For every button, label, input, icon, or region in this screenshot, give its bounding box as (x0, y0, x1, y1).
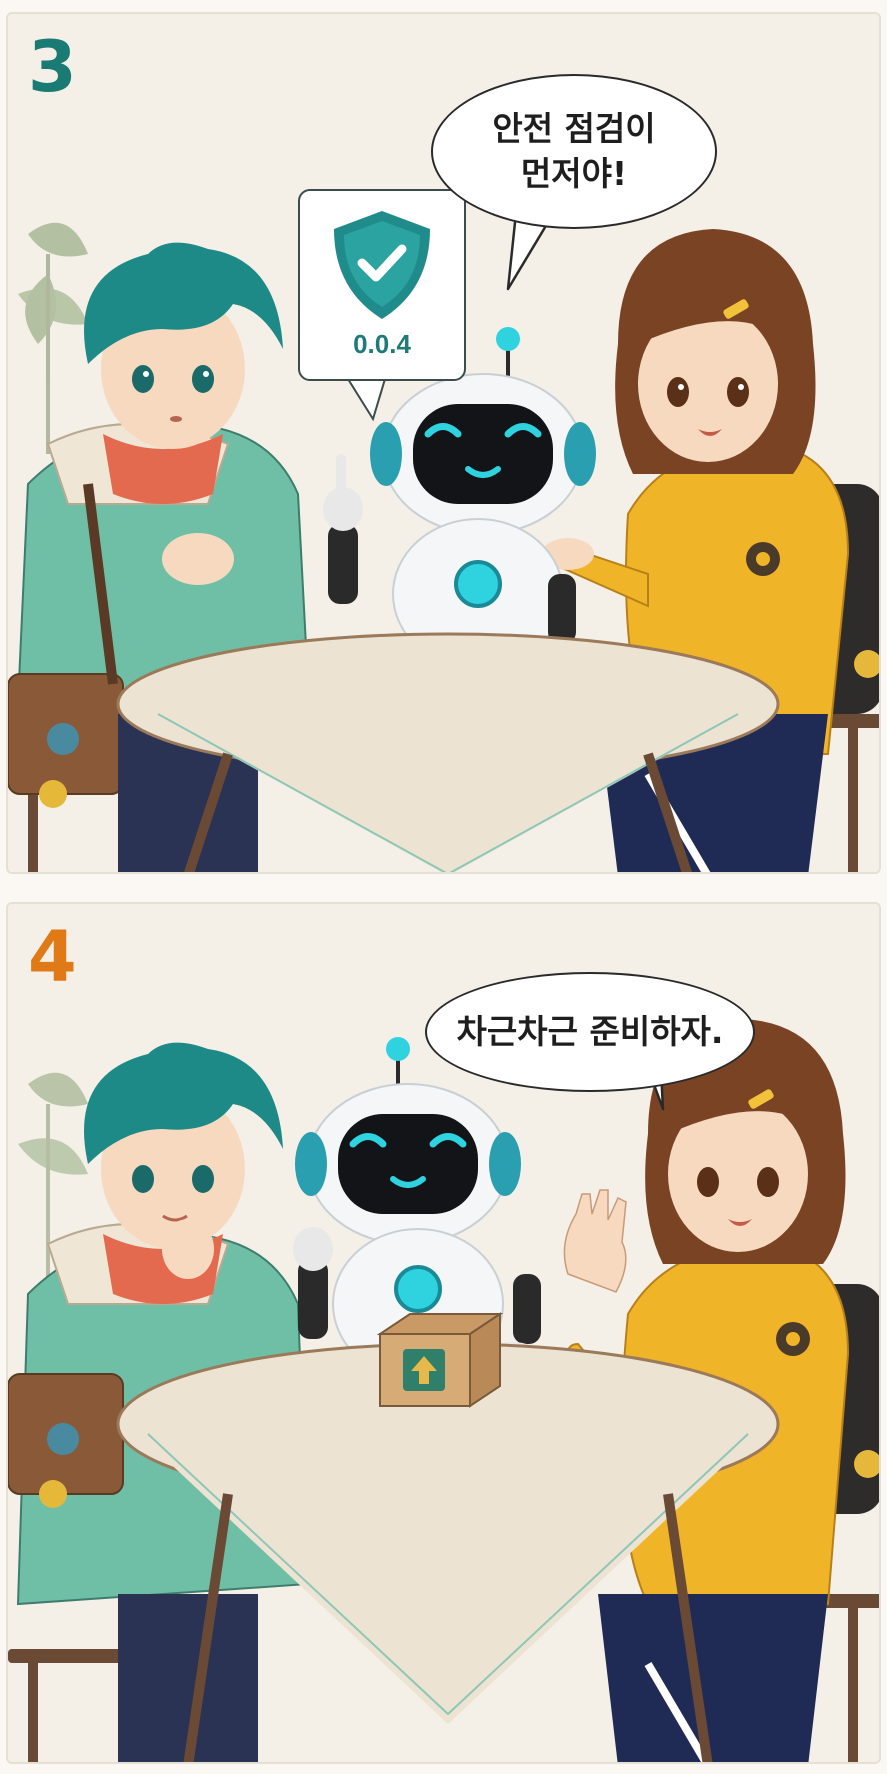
version-label: 0.0.4 (353, 329, 411, 359)
speech-line: 차근차근 준비하자. (456, 1011, 724, 1051)
comic-panel-3: 3 0.0.4 안전 점검이 먼저야! (6, 12, 881, 874)
speech-line: 먼저야! (520, 153, 628, 193)
panel-number: 4 (28, 916, 77, 998)
speech-bubble: 차근차근 준비하자. (425, 972, 755, 1092)
speech-bubble: 안전 점검이 먼저야! (431, 74, 717, 229)
panel-number: 3 (28, 26, 77, 108)
comic-panel-4: 4 차근차근 준비하자. (6, 902, 881, 1764)
box-upload-icon (376, 1312, 504, 1408)
speech-line: 안전 점검이 (492, 108, 656, 148)
version-badge: 0.0.4 (298, 189, 466, 381)
shield-check-icon (334, 211, 430, 319)
